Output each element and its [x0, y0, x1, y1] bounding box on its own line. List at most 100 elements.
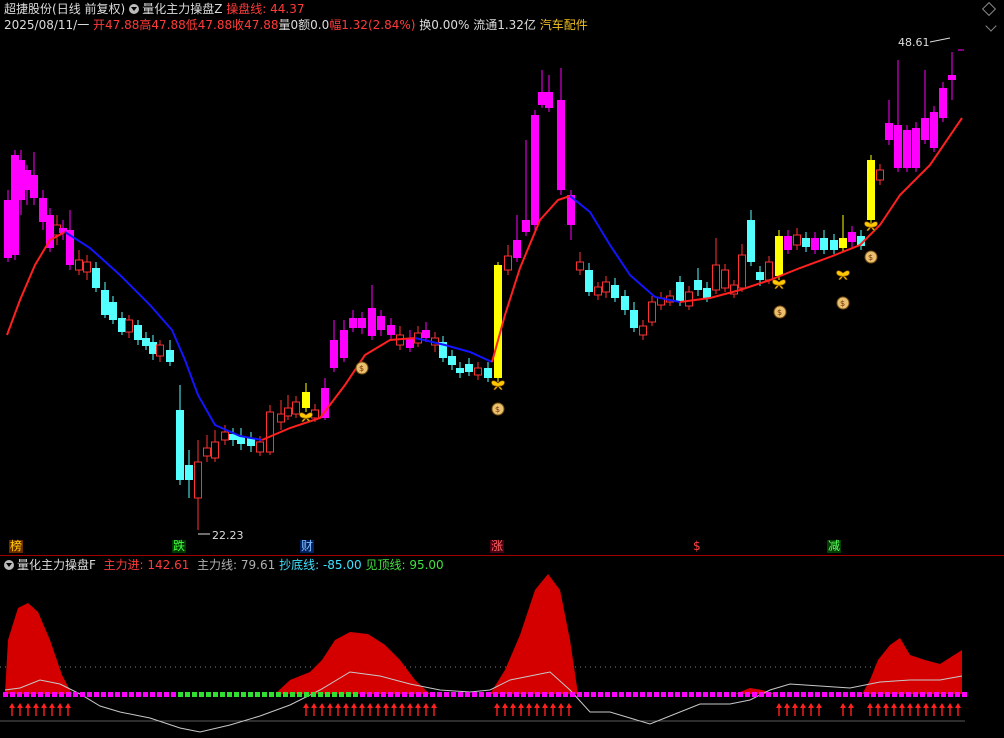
candle-body [504, 255, 512, 271]
signal-dash [213, 692, 218, 697]
sub-dropdown-icon[interactable] [4, 560, 14, 570]
butterfly-icon [772, 279, 786, 290]
candle-body [531, 115, 539, 225]
signal-dash [136, 692, 141, 697]
signal-dash [115, 692, 120, 697]
candle-body [648, 301, 656, 323]
candle-body [630, 310, 638, 328]
signal-dash [577, 692, 582, 697]
butterfly-icon [491, 380, 505, 391]
svg-text:$: $ [777, 308, 782, 317]
candle-body [456, 368, 464, 373]
up-arrow-head [840, 703, 846, 708]
signal-dash [262, 692, 267, 697]
up-arrow-head [399, 703, 405, 708]
signal-dash [143, 692, 148, 697]
signal-dash [570, 692, 575, 697]
candle-body [894, 125, 902, 168]
signal-dash [45, 692, 50, 697]
inflow-area [862, 638, 962, 694]
signal-dash [745, 692, 750, 697]
candle-body [784, 236, 792, 250]
up-arrow-head [518, 703, 524, 708]
candle-body [694, 280, 702, 290]
signal-dash [556, 692, 561, 697]
signal-dash [724, 692, 729, 697]
signal-dash [108, 692, 113, 697]
candle-body [903, 130, 911, 168]
signal-dash [850, 692, 855, 697]
signal-dash [619, 692, 624, 697]
sub-bottom-line: 抄底线: -85.00 [279, 558, 362, 572]
up-arrow-head [955, 703, 961, 708]
signal-dash [38, 692, 43, 697]
candle-body [474, 367, 482, 376]
signal-dash [549, 692, 554, 697]
price-chart[interactable]: 48.61 22.23 $ $ $ $ $ [0, 0, 1004, 738]
up-arrow-head [947, 703, 953, 708]
candle-body [166, 350, 174, 362]
candle-body [156, 344, 164, 357]
signal-dash [122, 692, 127, 697]
signal-dash [493, 692, 498, 697]
signal-dash [857, 692, 862, 697]
signal-dash [598, 692, 603, 697]
butterfly-icon [836, 270, 850, 281]
signal-dash [661, 692, 666, 697]
signal-dash [297, 692, 302, 697]
signal-dash [318, 692, 323, 697]
sub-indicator-name[interactable]: 量化主力操盘F [17, 558, 96, 572]
candle-body [848, 232, 856, 242]
signal-dash [388, 692, 393, 697]
signal-dash [339, 692, 344, 697]
signal-dash [941, 692, 946, 697]
signal-dash [633, 692, 638, 697]
candle-body [576, 261, 584, 271]
up-arrow-head [800, 703, 806, 708]
signal-dash [892, 692, 897, 697]
up-arrow-head [808, 703, 814, 708]
signal-dash [542, 692, 547, 697]
signal-dash [66, 692, 71, 697]
svg-text:$: $ [359, 364, 364, 373]
signal-dash [73, 692, 78, 697]
money-bag-icon: $ [773, 305, 787, 319]
signal-dash [801, 692, 806, 697]
signal-dash [759, 692, 764, 697]
signal-badge: 榜 [9, 539, 24, 553]
signal-dash [731, 692, 736, 697]
signal-badge: $ [692, 539, 702, 553]
signal-dash [913, 692, 918, 697]
signal-dash [885, 692, 890, 697]
signal-dash [374, 692, 379, 697]
signal-dash [703, 692, 708, 697]
signal-dash [157, 692, 162, 697]
signal-dash [766, 692, 771, 697]
candle-body [639, 325, 647, 336]
candle-body [594, 286, 602, 296]
candle-body [422, 330, 430, 338]
high-arrow [929, 37, 951, 43]
candle-body [284, 407, 292, 417]
signal-dash [717, 692, 722, 697]
candle-body [176, 410, 184, 480]
candle-body [292, 401, 300, 415]
up-arrow-head [17, 703, 23, 708]
up-arrow-head [407, 703, 413, 708]
candle-body [465, 364, 473, 372]
up-arrow-head [33, 703, 39, 708]
signal-dash [647, 692, 652, 697]
candle-body [912, 128, 920, 168]
signal-dash [304, 692, 309, 697]
up-arrow-head [359, 703, 365, 708]
candle-body [185, 465, 193, 480]
candle-body [538, 92, 546, 105]
candle-body [118, 318, 126, 332]
up-arrow-head [526, 703, 532, 708]
signal-dash [423, 692, 428, 697]
candle-body [256, 441, 264, 453]
signal-dash [31, 692, 36, 697]
ma-line-down [64, 231, 263, 441]
sub-top-line: 见顶线: 95.00 [365, 558, 444, 572]
signal-dash [773, 692, 778, 697]
